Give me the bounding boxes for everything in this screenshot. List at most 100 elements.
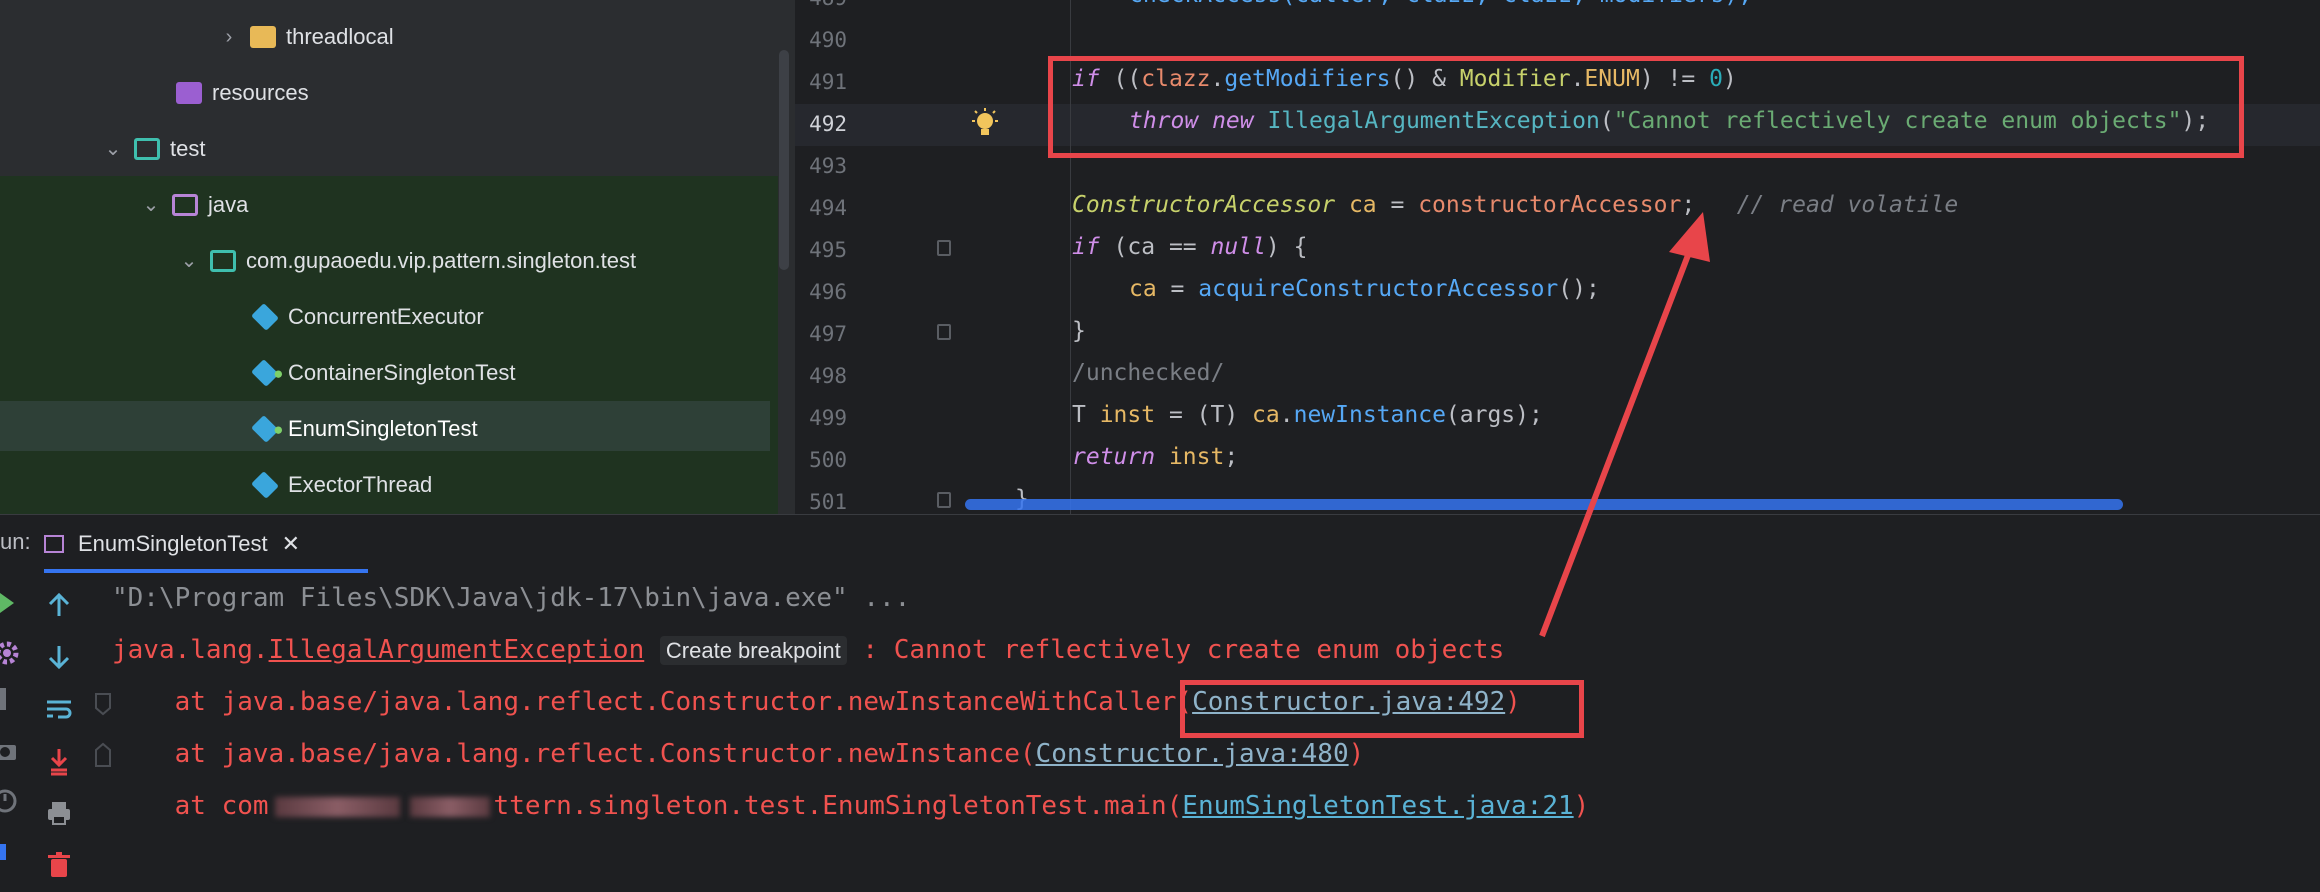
tree-item-package[interactable]: ⌄ com.gupaoedu.vip.pattern.singleton.tes… [176,236,637,286]
code-comment: /unchecked/ [1072,360,1225,386]
chevron-down-icon[interactable]: ⌄ [176,236,202,286]
rerun-icon[interactable] [0,588,24,618]
tab-enumsingletontest[interactable]: EnumSingletonTest ✕ [44,515,300,573]
settings-gear-icon[interactable] [0,638,22,668]
code-token: inst [1099,402,1156,428]
tree-item-exectorthread[interactable]: ExectorThread [251,460,433,510]
run-tab-bar: un: EnumSingletonTest ✕ [0,514,2320,573]
code-token: T [1072,402,1100,428]
code-text: checkAccess(caller, clazz, clazz, modifi… [1129,0,1752,8]
line-number: 494 [809,196,847,220]
down-arrow-icon[interactable] [44,642,74,672]
code-line-495: if (ca == null) { [1072,234,1307,260]
code-line-499: T inst = (T) ca.newInstance(args); [1072,402,1543,428]
line-number: 491 [809,70,847,94]
clock-icon[interactable] [0,786,20,816]
chevron-right-icon[interactable]: › [216,12,242,62]
code-token: ca [1252,402,1280,428]
line-number: 495 [809,238,847,262]
code-token: ; [1681,192,1696,218]
trash-icon[interactable] [44,850,74,880]
folder-icon [250,26,276,48]
camera-icon[interactable] [0,736,20,766]
code-token: ca [1335,192,1377,218]
test-folder-icon [134,138,160,160]
code-token: (ca == [1099,234,1211,260]
line-number-gutter: 489 490 491 492 493 494 495 496 497 498 … [795,0,915,514]
tree-item-java[interactable]: ⌄ java [138,180,249,230]
print-icon[interactable] [44,798,74,828]
console-text: at java.base/java.lang.reflect.Construct… [112,739,1036,769]
code-line-496: ca = acquireConstructorAccessor(); [1129,276,1600,302]
editor-horizontal-scrollbar[interactable] [965,499,2123,510]
create-breakpoint-button[interactable]: Create breakpoint [659,636,847,665]
tree-item-label: com.gupaoedu.vip.pattern.singleton.test [246,248,637,273]
test-class-icon [251,415,279,443]
tree-item-resources[interactable]: resources [176,68,309,118]
code-token: = (T) [1155,402,1253,428]
console-command-line: "D:\Program Files\SDK\Java\jdk-17\bin\ja… [112,583,911,613]
chevron-down-icon[interactable]: ⌄ [138,180,164,230]
code-token: } [1072,318,1086,344]
tree-item-label: resources [212,80,309,105]
soft-wrap-icon[interactable] [44,694,74,724]
active-tab-indicator [44,569,368,573]
close-icon[interactable]: ✕ [282,531,300,557]
tree-item-label: EnumSingletonTest [288,416,478,441]
scroll-to-end-icon[interactable] [44,746,74,776]
console-text: ttern.singleton.test.EnumSingletonTest.m… [493,791,1183,821]
tree-scrollbar[interactable] [779,50,789,270]
tree-item-label: threadlocal [286,24,394,49]
tree-item-label: test [170,136,206,161]
code-token: inst [1155,444,1225,470]
console-text: java.lang. [112,635,269,665]
code-token: ) { [1265,234,1308,260]
up-arrow-icon[interactable] [44,590,74,620]
code-token: ConstructorAccessor [1072,192,1336,218]
line-number: 497 [809,322,847,346]
code-token: (); [1558,276,1600,302]
fold-marker-icon[interactable] [937,240,951,256]
code-line-498: /unchecked/ [1072,360,1224,386]
tree-item-label: ContainerSingletonTest [288,360,516,385]
redacted-text [274,796,400,817]
redacted-text [409,796,490,817]
stop-icon[interactable] [0,688,6,710]
tree-item-label: java [208,192,249,217]
code-line-494: ConstructorAccessor ca = constructorAcce… [1072,192,1958,218]
tree-item-containersingletontest[interactable]: ContainerSingletonTest [251,348,516,398]
code-line-497: } [1072,318,1086,344]
tree-item-concurrentexecutor[interactable]: ConcurrentExecutor [251,292,484,342]
fold-marker-icon[interactable] [937,492,951,508]
code-editor[interactable]: 489 490 491 492 493 494 495 496 497 498 … [795,0,2320,514]
chevron-down-icon[interactable]: ⌄ [100,124,126,174]
highlight-box-stack-link [1180,680,1584,738]
java-source-folder-icon [172,194,198,216]
fold-marker-icon[interactable] [937,324,951,340]
line-number: 496 [809,280,847,304]
code-token: acquireConstructorAccessor [1198,276,1559,302]
code-token: ca [1129,276,1157,302]
line-number: 493 [809,154,847,178]
package-icon [210,250,236,272]
code-token: null [1210,234,1266,260]
console-text: ) [1573,791,1590,821]
tree-item-enumsingletontest[interactable]: EnumSingletonTest [251,404,478,454]
lightbulb-icon[interactable] [970,108,1000,142]
stack-link-enumsingletontest-21[interactable]: EnumSingletonTest.java:21 [1182,791,1573,821]
line-number: 499 [809,406,847,430]
tree-item-test[interactable]: ⌄ test [100,124,206,174]
code-token: newInstance [1293,402,1446,428]
class-icon [251,303,279,331]
layout-icon[interactable] [0,844,6,860]
line-number: 498 [809,364,847,388]
exception-class-link[interactable]: IllegalArgumentException [269,635,645,665]
code-line-500: return inst; [1072,444,1238,470]
console-stack-line-3: at com ttern.singleton.test.EnumSingleton… [112,791,1590,821]
stack-link-constructor-480[interactable]: Constructor.java:480 [1036,739,1349,769]
code-line-489: checkAccess(caller, clazz, clazz, modifi… [1129,0,1752,8]
tree-item-label: ExectorThread [288,472,433,497]
code-token: return [1072,444,1156,470]
tree-item-threadlocal[interactable]: › threadlocal [216,12,394,62]
tab-label: EnumSingletonTest [78,531,268,556]
